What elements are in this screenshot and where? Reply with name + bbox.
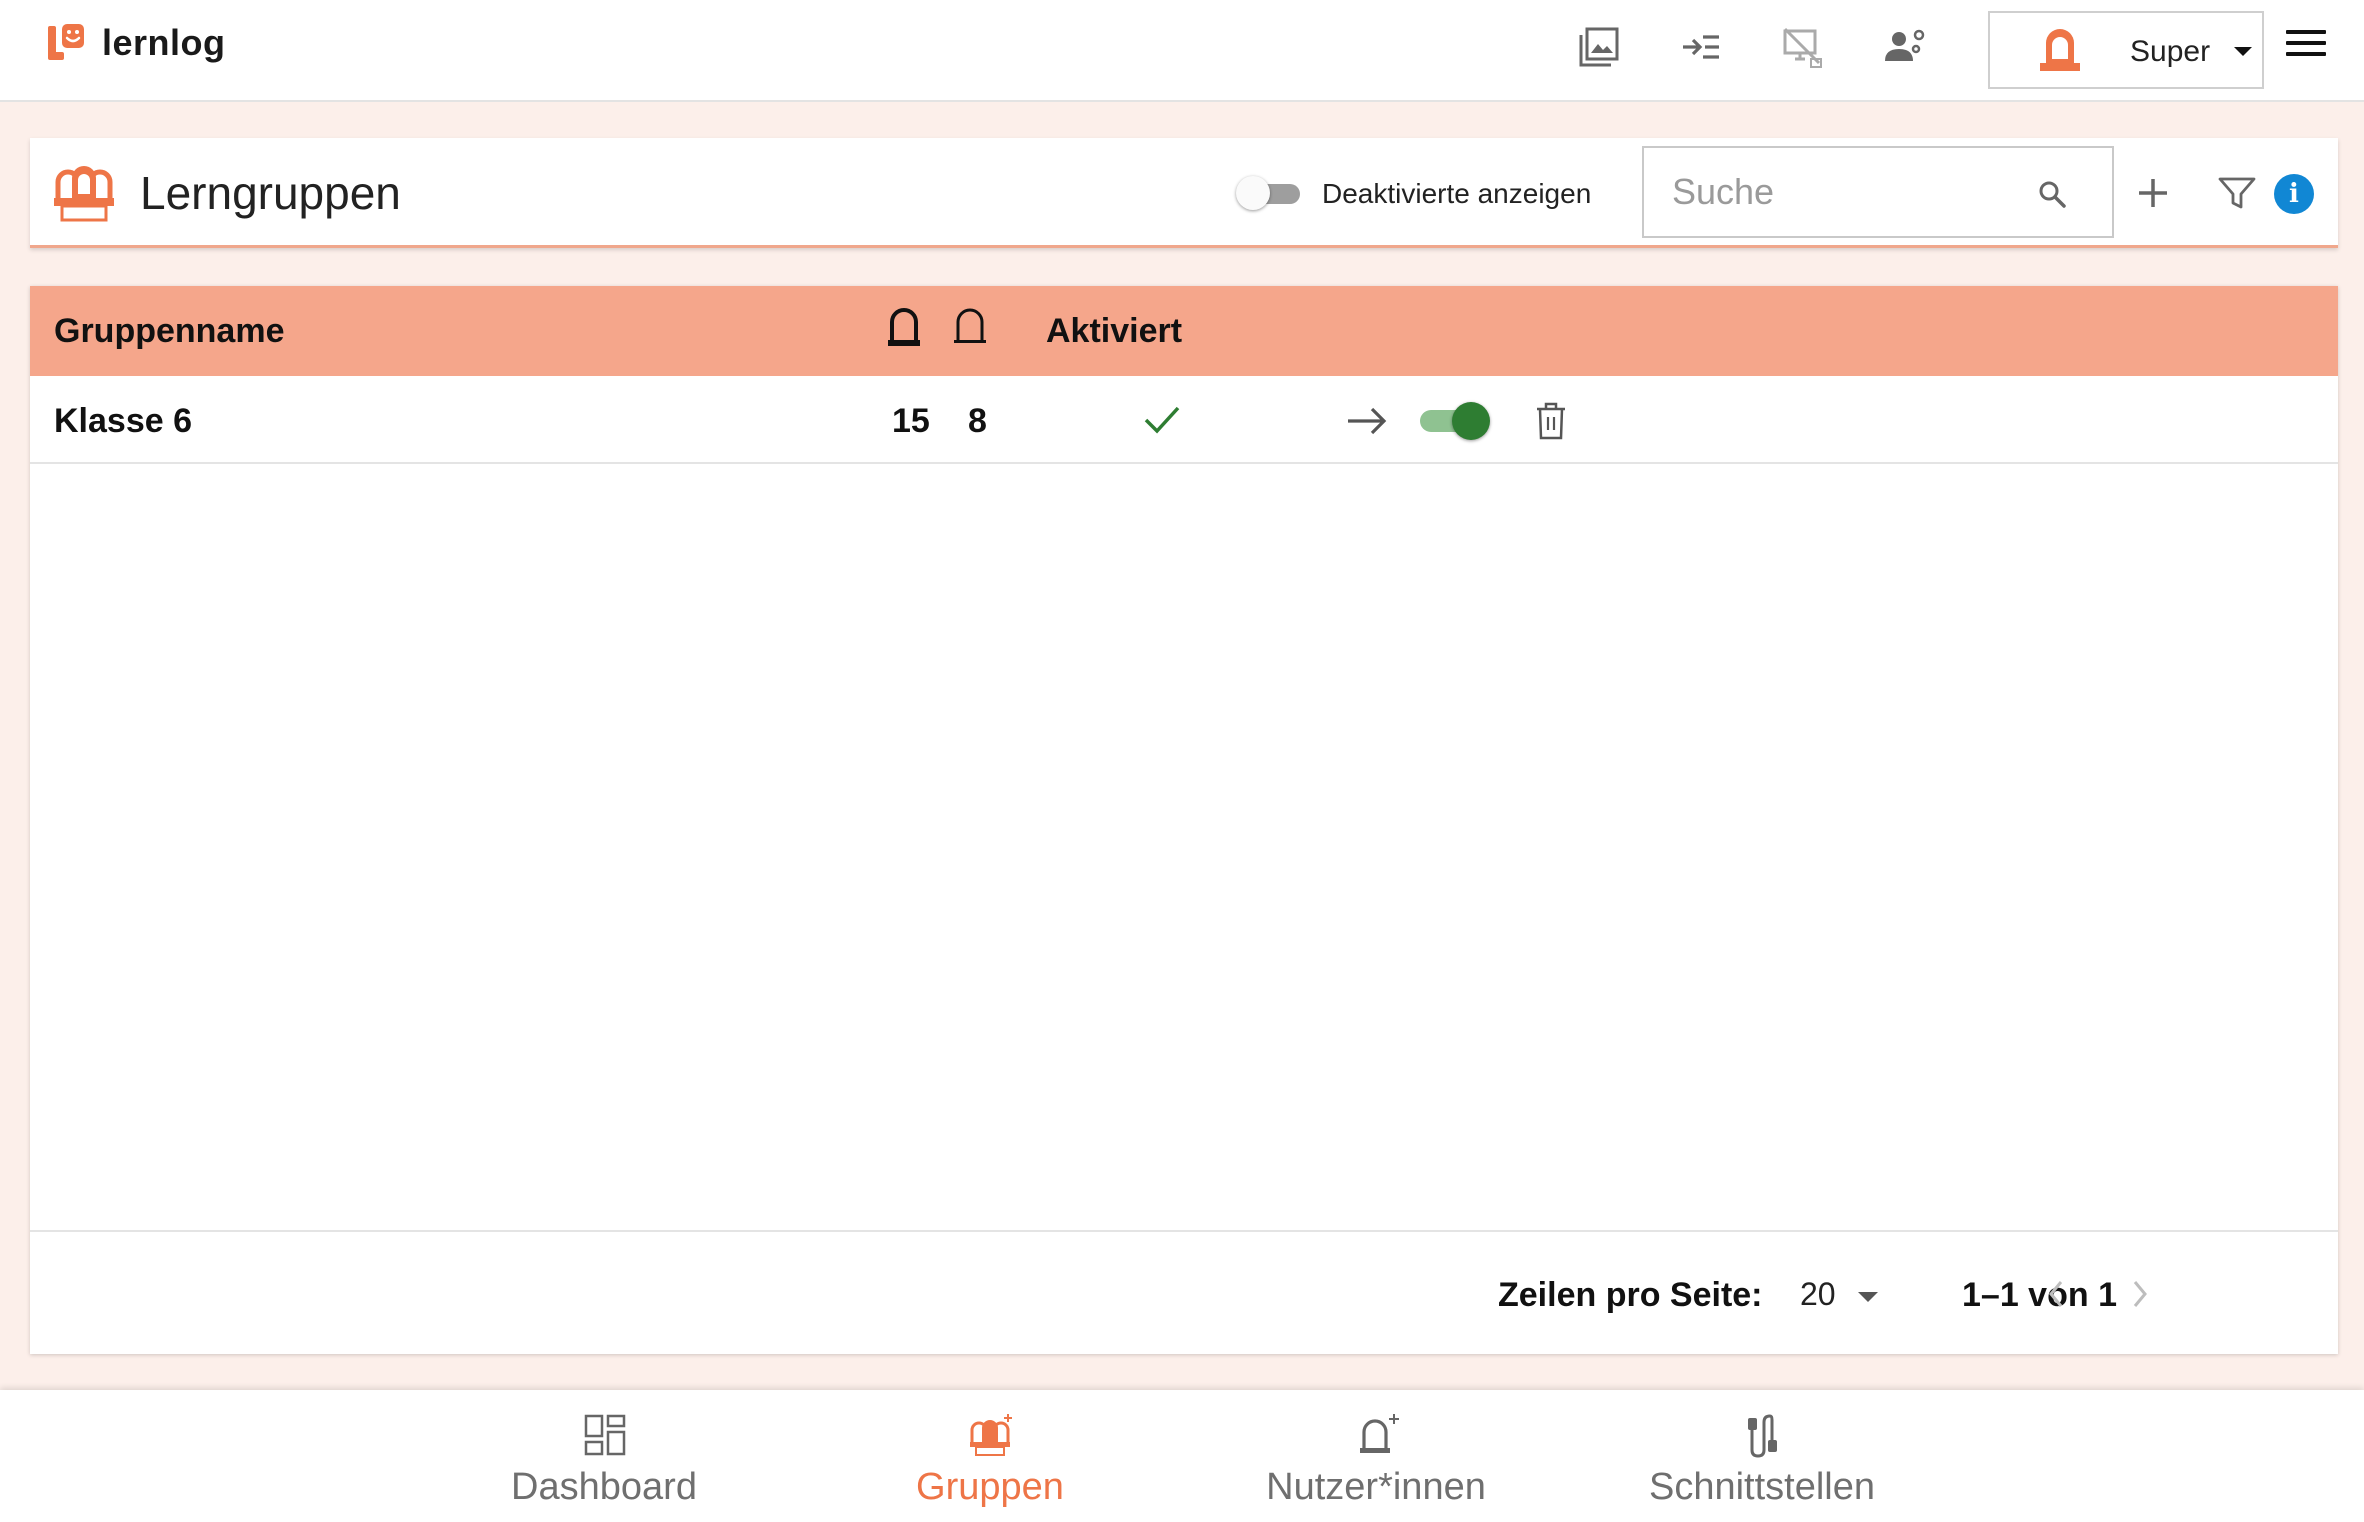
top-bar: lernlog Super xyxy=(0,0,2364,102)
add-group-button[interactable] xyxy=(2128,168,2178,218)
show-deactivated-label: Deaktivierte anzeigen xyxy=(1322,178,1592,209)
plus-icon xyxy=(2139,179,2167,207)
column-header-name[interactable]: Gruppenname xyxy=(54,312,284,351)
tab-indent-icon[interactable] xyxy=(1676,22,1726,72)
column-header-activated[interactable]: Aktiviert xyxy=(1046,312,1182,351)
bottom-navigation: Dashboard Gruppen Nutzer*innen Schnittst… xyxy=(0,1390,2364,1522)
arrow-right-icon xyxy=(1348,407,1387,435)
show-deactivated-toggle[interactable] xyxy=(1236,174,1304,210)
learner-icon xyxy=(888,308,920,346)
page-title: Lerngruppen xyxy=(140,167,401,219)
learner-count: 15 xyxy=(892,402,930,440)
screen-cleanup-icon[interactable] xyxy=(1778,22,1828,72)
nav-label-users: Nutzer*innen xyxy=(1266,1466,1486,1508)
trash-icon xyxy=(1537,402,1565,440)
nav-item-dashboard[interactable]: Dashboard xyxy=(474,1390,734,1522)
activate-group-toggle[interactable] xyxy=(1420,400,1492,440)
search-icon[interactable] xyxy=(2036,178,2070,212)
nav-label-dashboard: Dashboard xyxy=(511,1466,697,1508)
avatar xyxy=(2040,29,2080,71)
group-name: Klasse 6 xyxy=(54,402,192,440)
rows-per-page-label: Zeilen pro Seite: xyxy=(1498,1276,1763,1314)
table-header: Gruppenname Aktiviert xyxy=(30,286,2338,376)
interfaces-icon xyxy=(1748,1414,1777,1458)
filter-button[interactable] xyxy=(2212,168,2262,218)
dashboard-icon xyxy=(584,1414,626,1456)
chevron-right-icon xyxy=(2133,1281,2147,1307)
user-add-icon xyxy=(1360,1414,1399,1453)
groups-table: Gruppenname Aktiviert Klasse 6 15 8 Zeil… xyxy=(30,286,2338,1354)
nav-item-groups[interactable]: Gruppen xyxy=(860,1390,1120,1522)
teacher-count: 8 xyxy=(968,402,987,440)
next-page-button[interactable] xyxy=(2110,1264,2170,1324)
nav-item-users[interactable]: Nutzer*innen xyxy=(1246,1390,1506,1522)
search-input[interactable] xyxy=(1672,168,2032,216)
user-name: Super xyxy=(2130,35,2211,68)
chevron-left-icon xyxy=(2049,1281,2063,1307)
app-logo[interactable]: lernlog xyxy=(46,22,226,64)
user-menu[interactable]: Super xyxy=(1988,11,2264,89)
filter-icon xyxy=(2218,177,2256,209)
groups-icon xyxy=(970,1414,1012,1456)
gallery-icon[interactable] xyxy=(1574,22,1624,72)
delete-group-button[interactable] xyxy=(1524,394,1578,448)
hamburger-menu-icon[interactable] xyxy=(2286,30,2326,62)
page-header: Lerngruppen Deaktivierte anzeigen i xyxy=(30,138,2338,248)
lernlog-logo-icon xyxy=(48,24,84,60)
groups-icon xyxy=(54,166,114,222)
chevron-down-icon xyxy=(1858,1292,1878,1302)
rows-per-page-value: 20 xyxy=(1800,1276,1836,1312)
user-settings-icon[interactable] xyxy=(1880,22,1930,72)
nav-item-interfaces[interactable]: Schnittstellen xyxy=(1632,1390,1892,1522)
previous-page-button[interactable] xyxy=(2026,1264,2086,1324)
search-field[interactable] xyxy=(1642,146,2114,238)
app-name: lernlog xyxy=(102,22,226,63)
info-icon[interactable]: i xyxy=(2274,174,2314,214)
chevron-down-icon xyxy=(2234,47,2252,56)
open-group-button[interactable] xyxy=(1340,394,1394,448)
rows-per-page-select[interactable]: 20 xyxy=(1800,1268,1900,1322)
check-icon xyxy=(1144,406,1180,434)
table-row[interactable]: Klasse 6 15 8 xyxy=(30,376,2338,464)
table-pagination: Zeilen pro Seite: 20 1–1 von 1 xyxy=(30,1230,2338,1354)
nav-label-interfaces: Schnittstellen xyxy=(1648,1466,1875,1508)
teacher-icon xyxy=(954,308,986,343)
nav-label-groups: Gruppen xyxy=(916,1466,1064,1508)
